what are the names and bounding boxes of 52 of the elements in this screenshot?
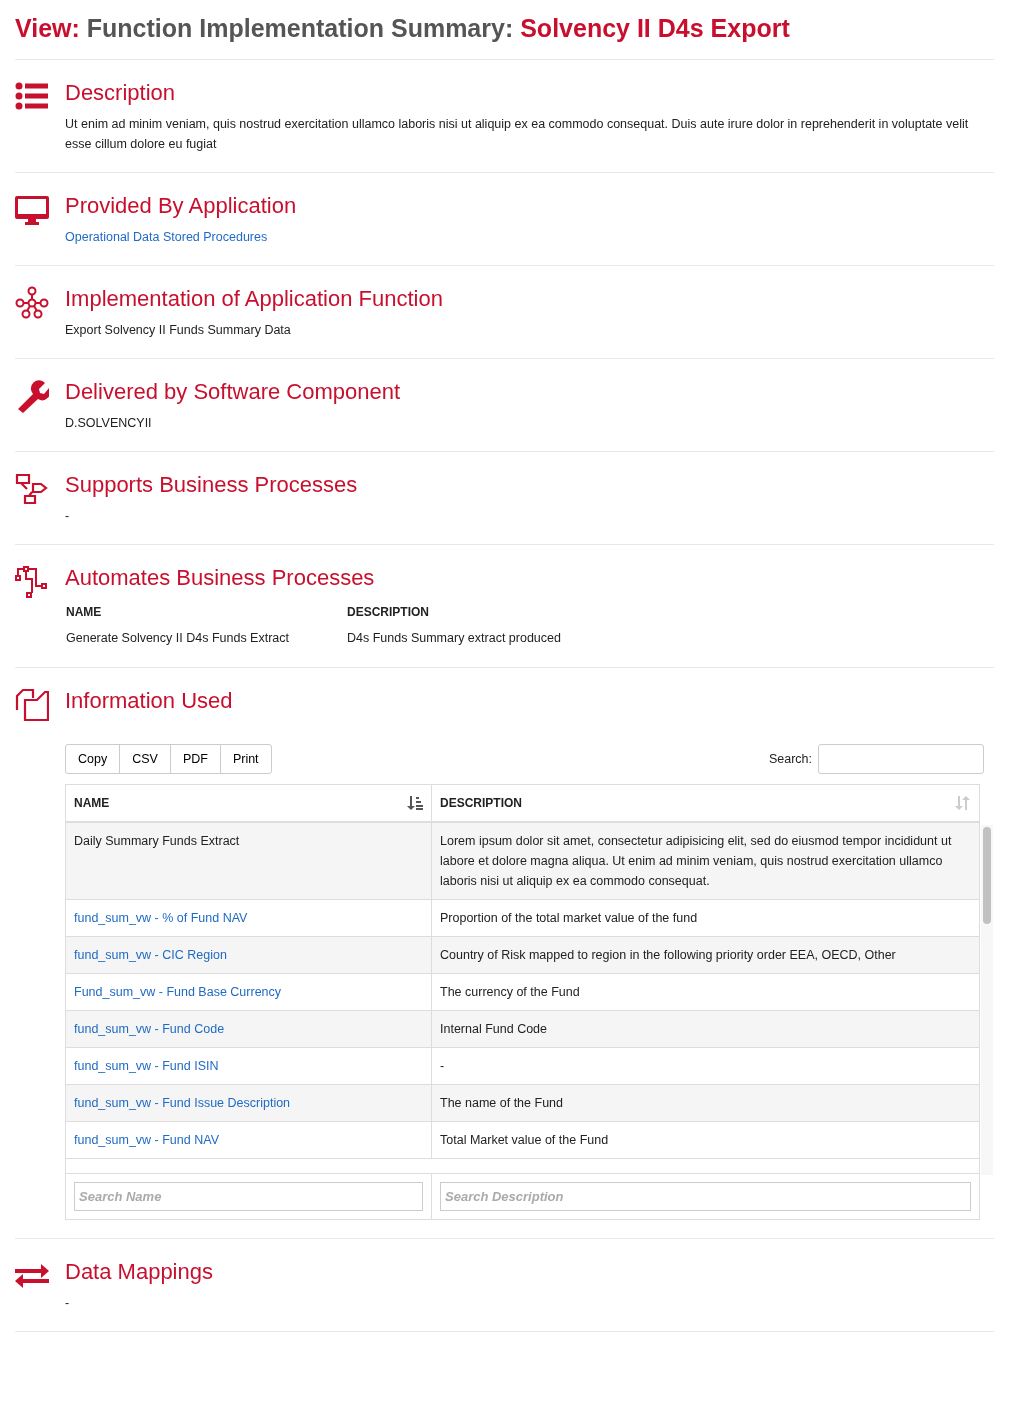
section-heading: Data Mappings bbox=[65, 1259, 214, 1285]
field-link[interactable]: fund_sum_vw - Fund NAV bbox=[74, 1133, 219, 1147]
documents-icon bbox=[15, 688, 49, 722]
application-link[interactable]: Operational Data Stored Procedures bbox=[65, 230, 268, 244]
section-heading: Information Used bbox=[65, 688, 234, 714]
table-cell: Lorem ipsum dolor sit amet, consectetur adipisicing elit, sed do eiusmod tempor incididunt ut labore et dolore magna aliqua. Ut enim ad minim veniam, quis nostrud exercitation ullamco laboris nisi ut aliquip ex ea commodo consequat. bbox=[431, 823, 979, 900]
section-text: - bbox=[65, 508, 71, 525]
process-icon bbox=[15, 565, 49, 599]
table-cell: Total Market value of the Fund bbox=[431, 1122, 979, 1159]
section-heading: Supports Business Processes bbox=[65, 472, 359, 498]
field-link[interactable]: fund_sum_vw - % of Fund NAV bbox=[74, 911, 248, 925]
column-header: DESCRIPTION bbox=[346, 604, 430, 621]
section-heading: Delivered by Software Component bbox=[65, 379, 402, 405]
table-cell: Daily Summary Funds Extract bbox=[66, 823, 431, 900]
table-cell: Country of Risk mapped to region in the following priority order EEA, OECD, Other bbox=[431, 937, 979, 974]
network-icon bbox=[15, 286, 49, 320]
section-heading: Description bbox=[65, 80, 177, 106]
scrollbar-thumb[interactable] bbox=[983, 827, 991, 924]
scrollbar[interactable] bbox=[981, 825, 993, 1175]
search-field[interactable] bbox=[818, 744, 984, 774]
section-heading: Automates Business Processes bbox=[65, 565, 376, 591]
section-text: D.SOLVENCYII bbox=[65, 415, 153, 432]
export-button[interactable]: CSV bbox=[119, 744, 171, 774]
table-cell[interactable]: fund_sum_vw - Fund Code bbox=[66, 1011, 431, 1048]
sort-icon[interactable] bbox=[407, 795, 423, 811]
section-heading: Implementation of Application Function bbox=[65, 286, 444, 312]
field-link[interactable]: Fund_sum_vw - Fund Base Currency bbox=[74, 985, 282, 999]
table-cell: Internal Fund Code bbox=[431, 1011, 979, 1048]
search-label: Search: bbox=[768, 752, 812, 766]
field-link[interactable]: fund_sum_vw - CIC Region bbox=[74, 948, 227, 962]
section-text: Export Solvency II Funds Summary Data bbox=[65, 322, 292, 339]
monitor-icon bbox=[15, 193, 49, 227]
flowchart-icon bbox=[15, 472, 49, 506]
field-link[interactable]: fund_sum_vw - Fund Code bbox=[74, 1022, 225, 1036]
section-text: - bbox=[65, 1295, 71, 1312]
export-button[interactable]: Copy bbox=[65, 744, 121, 774]
field-link[interactable]: fund_sum_vw - Fund ISIN bbox=[74, 1059, 219, 1073]
export-button[interactable]: Print bbox=[219, 744, 272, 774]
table-cell[interactable]: fund_sum_vw - CIC Region bbox=[66, 937, 431, 974]
table-cell-text: Generate Solvency II D4s Funds Extract bbox=[65, 630, 291, 647]
table-cell-text: D4s Funds Summary extract produced bbox=[346, 630, 562, 647]
page-title: View: Function Implementation Summary: Solvency II D4s Export bbox=[15, 6, 994, 60]
table-cell: The name of the Fund bbox=[431, 1085, 979, 1122]
table-cell[interactable]: fund_sum_vw - Fund Issue Description bbox=[66, 1085, 431, 1122]
table-cell[interactable]: fund_sum_vw - Fund NAV bbox=[66, 1122, 431, 1159]
export-button[interactable]: PDF bbox=[169, 744, 221, 774]
column-search-field[interactable]: Search Name bbox=[74, 1182, 423, 1211]
column-search-field[interactable]: Search Description bbox=[440, 1182, 971, 1211]
field-link[interactable]: fund_sum_vw - Fund Issue Description bbox=[74, 1096, 291, 1110]
section-heading: Provided By Application bbox=[65, 193, 298, 219]
section-text: Ut enim ad minim veniam, quis nostrud exercitation ullamco laboris nisi ut aliquip ex ea commodo consequat. Duis aute irure dolor in reprehenderit in voluptate velit esse cillum dolore eu fugiat bbox=[65, 116, 970, 153]
column-header: NAME bbox=[65, 604, 103, 621]
